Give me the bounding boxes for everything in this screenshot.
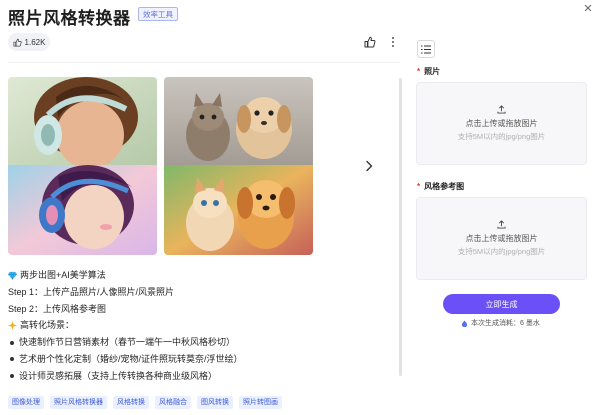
tag[interactable]: 风格融合: [155, 396, 191, 409]
tag[interactable]: 风格转换: [113, 396, 149, 409]
step-1: Step 1：上传产品照片/人像照片/风景照片: [8, 286, 175, 297]
upload-main-text: 点击上传或拖放图片: [465, 234, 538, 243]
header-divider: [8, 62, 400, 63]
page-title: 照片风格转换器: [8, 9, 131, 28]
example-image-portrait[interactable]: [8, 77, 157, 255]
like-count-button[interactable]: 1.62K: [8, 33, 50, 51]
bullet-item: 快速制作节日营销素材（春节一端午一中秋风格秒切）: [8, 334, 388, 351]
upload-main-text: 点击上传或拖放图片: [465, 119, 538, 128]
bullet-dot: [10, 374, 14, 379]
thumbs-up-icon: [13, 38, 22, 46]
sparkle-icon: [8, 321, 17, 331]
style-upload-area[interactable]: 点击上传或拖放图片 支持5M以内的jpg/png图片: [416, 197, 587, 280]
step-2: Step 2：上传风格参考图: [8, 303, 107, 314]
photo-label-text: 照片: [424, 67, 441, 76]
tag[interactable]: 照片风格转换器: [50, 396, 107, 409]
bullet-item: 设计师灵感拓展（支持上传转换各种商业级风格）: [8, 368, 388, 385]
menu-list-icon[interactable]: [417, 40, 435, 58]
cost-info: 本次生成消耗：6 墨水: [461, 318, 540, 328]
ink-drop-icon: [461, 319, 468, 327]
close-icon[interactable]: ✕: [582, 3, 594, 15]
bullet-text: 设计师灵感拓展（支持上传转换各种商业级风格）: [19, 370, 218, 381]
chevron-right-icon[interactable]: [364, 160, 374, 172]
bullet-text: 艺术册个性化定制（婚纱/宠物/证件照玩转莫奈/浮世绘）: [19, 353, 243, 364]
tag[interactable]: 图像处理: [8, 396, 44, 409]
upload-hint-text: 支持5M以内的jpg/png图片: [457, 247, 546, 256]
scenes-title-line: 高转化场景：: [8, 317, 388, 334]
bullet-dot: [10, 357, 14, 362]
cost-text: 本次生成消耗：6 墨水: [471, 320, 540, 327]
more-vertical-icon[interactable]: [389, 36, 397, 48]
headline-line: 两步出图+AI美学算法: [8, 267, 388, 284]
tag-list: 图像处理 照片风格转换器 风格转换 风格融合 图风转换 照片转图画: [8, 396, 282, 409]
photo-field-label: * 照片: [417, 67, 441, 76]
upload-hint-text: 支持5M以内的jpg/png图片: [457, 132, 546, 141]
photo-upload-area[interactable]: 点击上传或拖放图片 支持5M以内的jpg/png图片: [416, 82, 587, 165]
category-badge: 效率工具: [138, 7, 178, 21]
generate-button[interactable]: 立即生成: [443, 294, 560, 314]
bullet-item: 艺术册个性化定制（婚纱/宠物/证件照玩转莫奈/浮世绘）: [8, 351, 388, 368]
tool-description: 两步出图+AI美学算法 Step 1：上传产品照片/人像照片/风景照片 Step…: [8, 267, 388, 385]
bullet-text: 快速制作节日营销素材（春节一端午一中秋风格秒切）: [19, 337, 236, 348]
upload-icon: [497, 220, 506, 229]
scrollbar[interactable]: [399, 78, 402, 376]
thumbs-up-icon[interactable]: [364, 36, 376, 48]
like-count: 1.62K: [24, 37, 46, 47]
bullet-dot: [10, 340, 14, 345]
example-image-pets[interactable]: [164, 77, 313, 255]
style-field-label: * 风格参考图: [417, 182, 465, 191]
headline-text: 两步出图+AI美学算法: [20, 270, 106, 280]
tag[interactable]: 图风转换: [197, 396, 233, 409]
scenes-title: 高转化场景：: [20, 320, 75, 331]
example-gallery: [8, 77, 313, 255]
style-label-text: 风格参考图: [424, 182, 465, 191]
gem-icon: [8, 271, 17, 280]
tag[interactable]: 照片转图画: [239, 396, 282, 409]
upload-icon: [497, 105, 506, 114]
